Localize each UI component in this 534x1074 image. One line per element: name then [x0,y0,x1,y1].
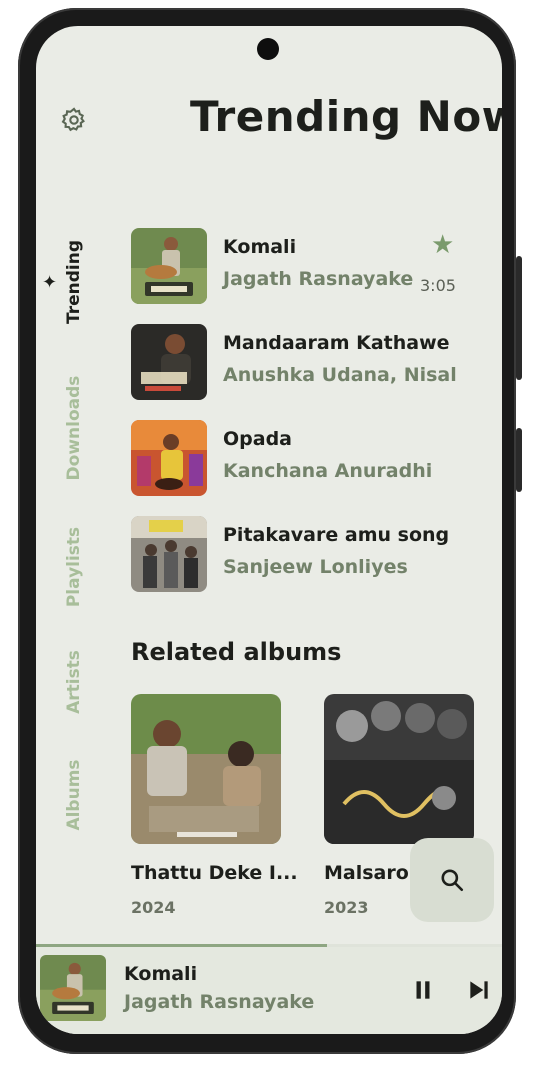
mini-player[interactable]: Komali Jagath Rasnayake [36,947,502,1034]
track-title: Opada [223,428,292,450]
star-icon[interactable]: ★ [431,230,454,260]
track-row[interactable]: Opada Kanchana Anuradhi [131,420,491,496]
album-cover [131,694,281,844]
skip-next-icon[interactable] [466,977,492,1003]
app-screen: Trending Now ✦ Trending Downloads Playli… [36,26,502,1034]
section-title: Related albums [131,638,342,666]
search-icon [441,869,464,892]
track-title: Komali [223,236,297,258]
sparkle-icon: ✦ [42,272,58,293]
track-title: Mandaaram Kathawe [223,332,450,354]
front-camera [257,38,279,60]
search-button[interactable] [410,838,494,922]
track-cover [131,228,207,304]
track-artist: Anushka Udana, Nisal [223,364,457,386]
side-navigation: ✦ Trending Downloads Playlists Artists A… [36,26,116,1034]
nav-item-trending[interactable]: Trending [64,240,84,324]
track-cover [131,516,207,592]
nav-item-playlists[interactable]: Playlists [64,527,84,607]
mini-player-artist: Jagath Rasnayake [124,991,315,1013]
album-cover [324,694,474,844]
track-cover [131,420,207,496]
album-card[interactable]: Thattu Deke I... 2024 [131,694,298,917]
page-title: Trending Now [190,92,502,141]
track-artist: Kanchana Anuradhi [223,460,433,482]
track-row[interactable]: Komali Jagath Rasnayake ★ 3:05 [131,228,491,304]
track-cover [131,324,207,400]
volume-button [516,256,522,380]
track-artist: Sanjeew Lonliyes [223,556,408,578]
album-title: Thattu Deke I... [131,862,298,884]
album-year: 2024 [131,898,176,917]
power-button [516,428,522,492]
nav-item-artists[interactable]: Artists [64,650,84,714]
nav-item-albums[interactable]: Albums [64,759,84,830]
track-duration: 3:05 [420,276,456,295]
track-title: Pitakavare amu song [223,524,450,546]
track-artist: Jagath Rasnayake [223,268,414,290]
mini-player-title: Komali [124,963,198,985]
nav-item-downloads[interactable]: Downloads [64,376,84,481]
mini-player-cover [40,955,106,1021]
track-row[interactable]: Pitakavare amu song Sanjeew Lonliyes [131,516,491,592]
track-row[interactable]: Mandaaram Kathawe Anushka Udana, Nisal [131,324,491,400]
pause-icon[interactable] [410,977,436,1003]
